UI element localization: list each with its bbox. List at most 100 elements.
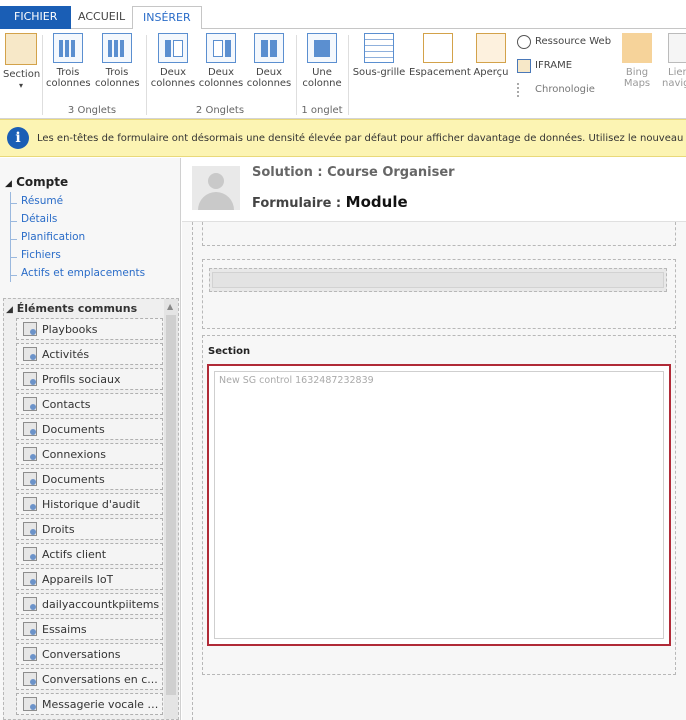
customer-asset-icon [23, 547, 37, 561]
list-item[interactable]: Essaims [16, 618, 163, 640]
three-columns-icon [53, 33, 83, 63]
activity-icon [23, 347, 37, 361]
two-columns-button-3[interactable]: Deux colonnes [246, 33, 292, 89]
preview-button[interactable]: Aperçu [472, 33, 510, 78]
swarm-icon [23, 622, 37, 636]
nav-link-planification[interactable]: Planification [11, 228, 145, 246]
iot-device-icon [23, 572, 37, 586]
playbook-icon [23, 322, 37, 336]
section-label: Section [208, 346, 251, 357]
form-header: Solution : Course Organiser Formulaire :… [182, 158, 686, 222]
nav-link-resume[interactable]: Résumé [11, 192, 145, 210]
subgrid-control[interactable]: New SG control 1632487232839 [207, 364, 671, 646]
list-item[interactable]: Historique d'audit [16, 493, 163, 515]
timeline-icon [517, 83, 531, 97]
common-elements-panel: ◢ Éléments communs ▲ Playbooks Activités… [3, 298, 179, 720]
list-item[interactable]: Connexions [16, 443, 163, 465]
form-canvas: Section New SG control 1632487232839 [182, 222, 686, 720]
left-navigation: ◢ Compte Résumé Détails Planification Fi… [0, 158, 181, 720]
subgrid-icon [364, 33, 394, 63]
navigation-link-button[interactable]: Lien navig [662, 33, 686, 89]
two-columns-icon [254, 33, 284, 63]
list-item[interactable]: Playbooks [16, 318, 163, 340]
conversation-icon [23, 672, 37, 686]
list-item[interactable]: Conversations en c... [16, 668, 163, 690]
info-icon: i [7, 127, 29, 149]
two-columns-button-2[interactable]: Deux colonnes [198, 33, 244, 89]
three-columns-button-2[interactable]: Trois colonnes [95, 33, 140, 89]
compte-links: Résumé Détails Planification Fichiers Ac… [10, 192, 145, 282]
subgrid-button[interactable]: Sous-grille [352, 33, 406, 78]
one-column-icon [307, 33, 337, 63]
tab-file[interactable]: FICHIER [0, 6, 72, 29]
list-item[interactable]: Contacts [16, 393, 163, 415]
bing-icon [622, 33, 652, 63]
web-resource-button[interactable]: Ressource Web [517, 34, 611, 50]
globe-icon [517, 35, 531, 49]
document-icon [23, 422, 37, 436]
two-columns-button-1[interactable]: Deux colonnes [150, 33, 196, 89]
collapse-triangle-icon[interactable]: ◢ [6, 305, 13, 315]
list-item[interactable]: Documents [16, 468, 163, 490]
voicemail-icon [23, 697, 37, 711]
notification-bar: i Les en-têtes de formulaire ont désorma… [0, 119, 686, 157]
audit-history-icon [23, 497, 37, 511]
form-section-top[interactable] [202, 222, 676, 246]
bing-maps-button[interactable]: Bing Maps [618, 33, 656, 89]
compte-section-header[interactable]: ◢ Compte [5, 175, 68, 189]
common-elements-scrollbar[interactable]: ▲ [164, 299, 178, 719]
list-item[interactable]: Conversations [16, 643, 163, 665]
common-elements-list: Playbooks Activités Profils sociaux Cont… [16, 318, 163, 718]
list-item[interactable]: Actifs client [16, 543, 163, 565]
nav-link-fichiers[interactable]: Fichiers [11, 246, 145, 264]
list-item[interactable]: Activités [16, 343, 163, 365]
entity-avatar [192, 166, 240, 210]
group-label-1tab: 1 onglet [301, 105, 343, 116]
two-columns-icon [206, 33, 236, 63]
scrollbar-thumb[interactable] [166, 315, 176, 695]
scroll-up-icon[interactable]: ▲ [167, 302, 173, 311]
connection-icon [23, 447, 37, 461]
list-item[interactable]: Messagerie vocale (... [16, 693, 163, 715]
spacer-icon [423, 33, 453, 63]
iframe-button[interactable]: IFRAME [517, 58, 572, 74]
two-columns-icon [158, 33, 188, 63]
contact-icon [23, 397, 37, 411]
list-item[interactable]: Documents [16, 418, 163, 440]
kpi-item-icon [23, 597, 37, 611]
tab-home[interactable]: ACCUEIL [68, 6, 135, 29]
iframe-icon [517, 59, 531, 73]
preview-icon [476, 33, 506, 63]
social-profile-icon [23, 372, 37, 386]
conversation-icon [23, 647, 37, 661]
form-section-subgrid[interactable]: Section New SG control 1632487232839 [202, 335, 676, 675]
spacer-button[interactable]: Espacement [409, 33, 471, 78]
form-field[interactable] [209, 268, 667, 292]
nav-link-actifs-emplacements[interactable]: Actifs et emplacements [11, 264, 145, 282]
document-icon [23, 472, 37, 486]
list-item[interactable]: Profils sociaux [16, 368, 163, 390]
solution-title: Solution : Course Organiser [252, 165, 455, 180]
three-columns-button-1[interactable]: Trois colonnes [46, 33, 91, 89]
tab-insert[interactable]: INSÉRER [132, 6, 202, 30]
notification-text: Les en-têtes de formulaire ont désormais… [37, 132, 686, 144]
form-title: Formulaire : Module [252, 193, 408, 211]
section-icon [5, 33, 37, 65]
timeline-button[interactable]: Chronologie [517, 82, 595, 98]
list-item[interactable]: Appareils IoT [16, 568, 163, 590]
common-elements-header[interactable]: ◢ Éléments communs [4, 299, 178, 318]
subgrid-control-name: New SG control 1632487232839 [219, 375, 374, 386]
nav-link-details[interactable]: Détails [11, 210, 145, 228]
section-button[interactable]: Section ▾ [3, 33, 40, 91]
entitlement-icon [23, 522, 37, 536]
ribbon-tabbar: FICHIER ACCUEIL INSÉRER [0, 0, 686, 30]
group-label-3tabs: 3 Onglets [67, 105, 117, 116]
navigation-link-icon [668, 33, 686, 63]
list-item[interactable]: Droits [16, 518, 163, 540]
list-item[interactable]: dailyaccountkpiitems [16, 593, 163, 615]
person-icon [208, 173, 224, 189]
one-column-button[interactable]: Une colonne [300, 33, 344, 89]
collapse-triangle-icon[interactable]: ◢ [5, 179, 12, 189]
ribbon: Section ▾ Trois colonnes Trois colonnes … [0, 29, 686, 119]
form-section-field[interactable] [202, 259, 676, 329]
